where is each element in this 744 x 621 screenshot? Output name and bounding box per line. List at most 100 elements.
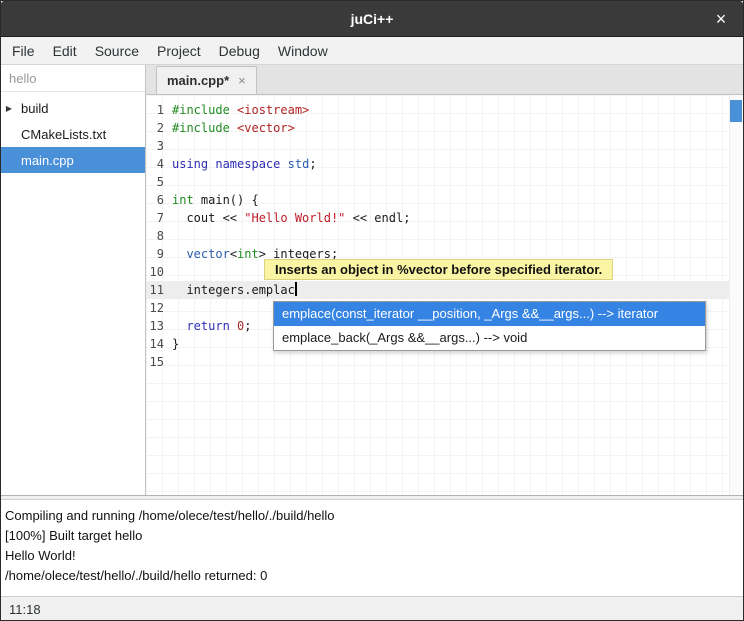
line-number: 3	[146, 137, 172, 155]
code-token: std	[288, 157, 310, 171]
terminal-output: Compiling and running /home/olece/test/h…	[1, 500, 743, 596]
code-text: }	[172, 335, 179, 353]
code-token: <iostream>	[237, 103, 309, 117]
code-token: #include	[172, 121, 230, 135]
menu-item-file[interactable]: File	[3, 39, 44, 63]
code-line-5[interactable]: 5	[146, 173, 743, 191]
line-number: 5	[146, 173, 172, 191]
file-tree[interactable]: ▶build CMakeLists.txt main.cpp	[1, 92, 145, 173]
line-number: 1	[146, 101, 172, 119]
line-number: 12	[146, 299, 172, 317]
code-token: vector	[186, 247, 229, 261]
tree-item-build[interactable]: ▶build	[1, 95, 145, 121]
scrollbar-thumb[interactable]	[730, 100, 742, 122]
completion-item-1[interactable]: emplace_back(_Args &&__args...) --> void	[274, 326, 705, 350]
code-token: cout <<	[172, 211, 244, 225]
project-name: hello	[1, 65, 145, 92]
tree-item-cmakelists-txt[interactable]: CMakeLists.txt	[1, 121, 145, 147]
code-token: "Hello World!"	[244, 211, 345, 225]
code-token: namespace	[215, 157, 280, 171]
code-text: using namespace std;	[172, 155, 317, 173]
code-editor[interactable]: 1#include <iostream>2#include <vector>34…	[146, 95, 743, 495]
code-text: cout << "Hello World!" << endl;	[172, 209, 410, 227]
code-token	[172, 319, 186, 333]
code-text: int main() {	[172, 191, 259, 209]
code-token: <vector>	[237, 121, 295, 135]
tab-close-icon[interactable]: ×	[238, 73, 246, 88]
code-line-4[interactable]: 4using namespace std;	[146, 155, 743, 173]
close-button[interactable]: ×	[707, 1, 735, 37]
code-token: <	[230, 247, 237, 261]
line-number: 4	[146, 155, 172, 173]
line-number: 6	[146, 191, 172, 209]
line-number: 11	[146, 281, 172, 299]
cursor-position: 11:18	[9, 602, 41, 617]
terminal-line: Compiling and running /home/olece/test/h…	[5, 506, 739, 526]
status-bar: 11:18	[1, 596, 743, 621]
code-token: integers.emplac	[172, 283, 295, 297]
code-token: }	[172, 337, 179, 351]
line-number: 13	[146, 317, 172, 335]
menu-item-debug[interactable]: Debug	[210, 39, 269, 63]
code-token: ;	[309, 157, 316, 171]
scrollbar-track[interactable]	[729, 95, 743, 495]
code-line-11[interactable]: 11 integers.emplac	[146, 281, 743, 299]
code-token	[280, 157, 287, 171]
expander-icon[interactable]: ▶	[1, 104, 17, 113]
editor-pane: main.cpp* × 1#include <iostream>2#includ…	[146, 65, 743, 495]
code-token: << endl;	[345, 211, 410, 225]
tree-item-label: main.cpp	[17, 153, 74, 168]
code-token	[172, 247, 186, 261]
code-line-6[interactable]: 6int main() {	[146, 191, 743, 209]
line-number: 14	[146, 335, 172, 353]
menubar: FileEditSourceProjectDebugWindow	[1, 37, 743, 65]
code-token: int	[237, 247, 259, 261]
tab-label: main.cpp*	[167, 73, 229, 88]
line-number: 9	[146, 245, 172, 263]
code-token: main() {	[194, 193, 259, 207]
tab-main-cpp[interactable]: main.cpp* ×	[156, 66, 257, 94]
code-text: integers.emplac	[172, 281, 297, 299]
tab-bar: main.cpp* ×	[146, 65, 743, 95]
code-token: return	[186, 319, 229, 333]
code-token: ;	[244, 319, 251, 333]
line-number: 15	[146, 353, 172, 371]
code-text: #include <vector>	[172, 119, 295, 137]
titlebar[interactable]: juCi++ ×	[1, 1, 743, 37]
menu-item-edit[interactable]: Edit	[44, 39, 86, 63]
code-token: #include	[172, 103, 230, 117]
menu-item-project[interactable]: Project	[148, 39, 210, 63]
code-token: int	[172, 193, 194, 207]
code-token	[230, 121, 237, 135]
window-title: juCi++	[351, 11, 394, 27]
code-token	[230, 103, 237, 117]
terminal-line: /home/olece/test/hello/./build/hello ret…	[5, 566, 739, 586]
terminal-line: Hello World!	[5, 546, 739, 566]
doc-tooltip: Inserts an object in %vector before spec…	[264, 259, 613, 280]
code-line-1[interactable]: 1#include <iostream>	[146, 101, 743, 119]
line-number: 10	[146, 263, 172, 281]
sidebar: hello ▶build CMakeLists.txt main.cpp	[1, 65, 146, 495]
code-text: return 0;	[172, 317, 252, 335]
tree-item-label: CMakeLists.txt	[17, 127, 106, 142]
terminal-line: [100%] Built target hello	[5, 526, 739, 546]
code-line-3[interactable]: 3	[146, 137, 743, 155]
menu-item-window[interactable]: Window	[269, 39, 337, 63]
main-area: hello ▶build CMakeLists.txt main.cpp main.…	[1, 65, 743, 495]
line-number: 7	[146, 209, 172, 227]
line-number: 8	[146, 227, 172, 245]
code-token: using	[172, 157, 208, 171]
tree-item-main-cpp[interactable]: main.cpp	[1, 147, 145, 173]
code-line-2[interactable]: 2#include <vector>	[146, 119, 743, 137]
code-line-15[interactable]: 15	[146, 353, 743, 371]
text-cursor	[295, 282, 297, 296]
tree-item-label: build	[17, 101, 48, 116]
jucipp-window: juCi++ × FileEditSourceProjectDebugWindo…	[0, 0, 744, 621]
code-line-8[interactable]: 8	[146, 227, 743, 245]
code-line-7[interactable]: 7 cout << "Hello World!" << endl;	[146, 209, 743, 227]
line-number: 2	[146, 119, 172, 137]
menu-item-source[interactable]: Source	[86, 39, 148, 63]
completion-item-0[interactable]: emplace(const_iterator __position, _Args…	[274, 302, 705, 326]
code-text: #include <iostream>	[172, 101, 309, 119]
code-token	[230, 319, 237, 333]
